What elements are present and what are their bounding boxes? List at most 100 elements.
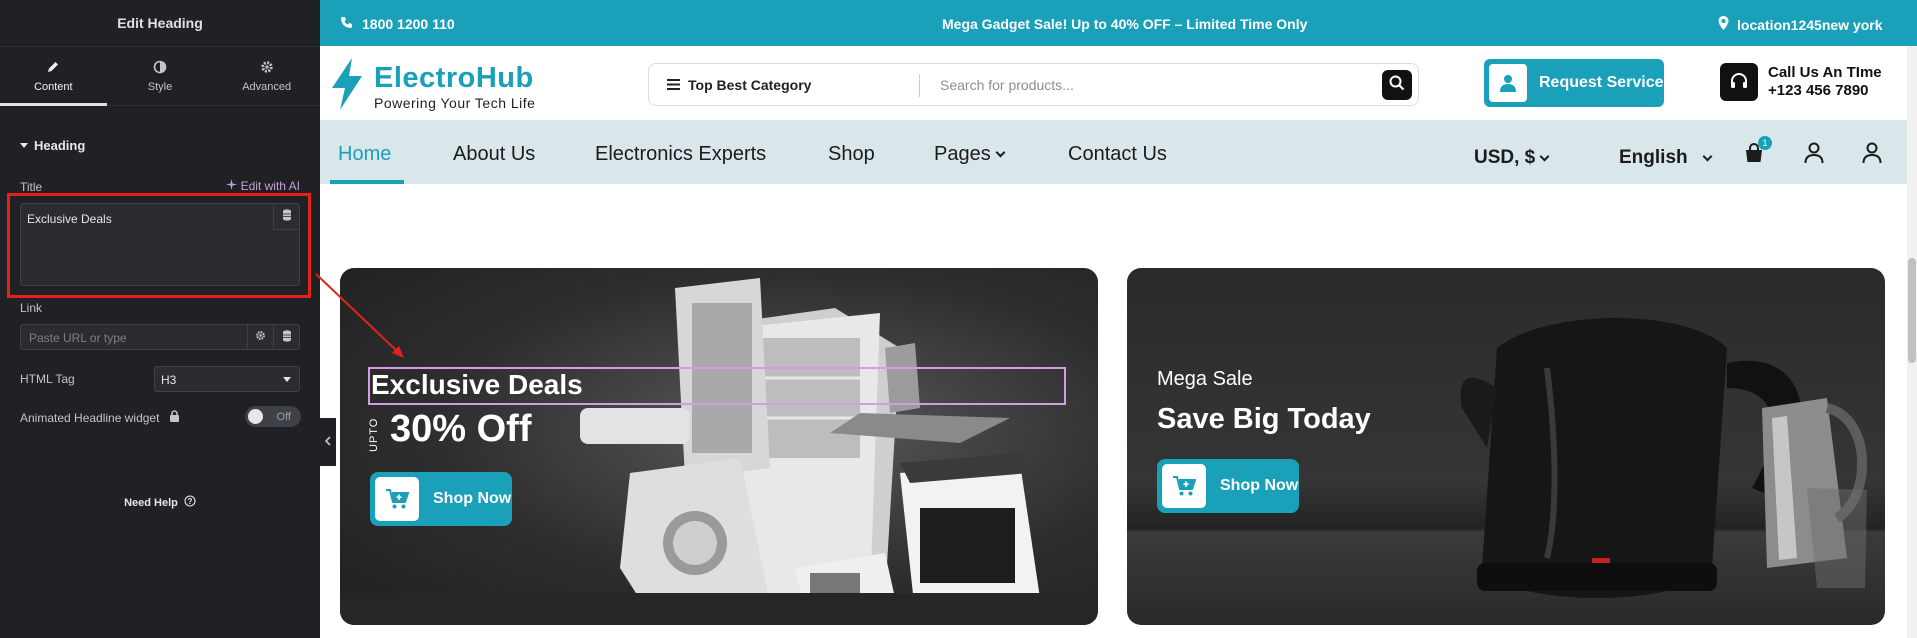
nav-item-pages-label: Pages bbox=[934, 143, 991, 165]
banner-right-kicker: Mega Sale bbox=[1157, 368, 1253, 390]
lock-icon bbox=[169, 410, 180, 425]
selected-widget-outline bbox=[368, 367, 1066, 405]
sparkle-icon bbox=[225, 179, 237, 193]
highlight-annotation-box bbox=[7, 193, 311, 298]
profile-button[interactable] bbox=[1859, 142, 1885, 168]
kettle-illustration bbox=[1460, 318, 1868, 598]
nav-item-electronics-experts[interactable]: Electronics Experts bbox=[595, 143, 766, 166]
section-heading-label: Heading bbox=[34, 138, 86, 153]
brand-name: ElectroHub bbox=[374, 61, 534, 94]
caret-down-icon bbox=[20, 143, 28, 148]
request-service-label: Request Service bbox=[1539, 74, 1664, 91]
pencil-icon bbox=[45, 59, 61, 75]
banner-left-shop-now-label: Shop Now bbox=[433, 490, 512, 507]
question-circle-icon: ? bbox=[184, 495, 196, 510]
user-icon bbox=[1862, 142, 1882, 169]
chevron-down-icon bbox=[1702, 151, 1713, 161]
link-label: Link bbox=[20, 301, 43, 315]
screen: Edit Heading Content Style Advanced Head… bbox=[0, 0, 1917, 638]
tab-advanced-label: Advanced bbox=[242, 81, 292, 93]
search-button[interactable] bbox=[1382, 70, 1412, 100]
currency-label: USD, $ bbox=[1474, 147, 1536, 168]
nav-item-about-us[interactable]: About Us bbox=[453, 143, 535, 166]
upto-label: UPTO bbox=[368, 417, 380, 452]
headset-icon bbox=[1720, 63, 1758, 101]
section-heading-toggle[interactable]: Heading bbox=[20, 138, 85, 153]
call-number[interactable]: +123 456 7890 bbox=[1768, 82, 1882, 100]
user-icon bbox=[1804, 142, 1824, 169]
location-pin-icon bbox=[1718, 16, 1729, 33]
nav-item-pages[interactable]: Pages bbox=[934, 143, 1006, 166]
search-divider bbox=[919, 74, 920, 97]
banner-mega-sale: Mega Sale Save Big Today Shop Now bbox=[1127, 268, 1885, 625]
topbar-phone-text: 1800 1200 110 bbox=[362, 16, 455, 32]
tab-style[interactable]: Style bbox=[107, 47, 214, 105]
search-input[interactable]: Search for products... bbox=[940, 77, 1074, 93]
tab-advanced[interactable]: Advanced bbox=[213, 47, 320, 105]
html-tag-select[interactable]: H3 bbox=[154, 366, 300, 392]
call-info: Call Us An TIme +123 456 7890 bbox=[1720, 63, 1882, 101]
language-selector[interactable]: English bbox=[1619, 147, 1713, 169]
need-help-label: Need Help bbox=[124, 496, 178, 509]
call-label: Call Us An TIme bbox=[1768, 64, 1882, 81]
brand-tagline: Powering Your Tech Life bbox=[374, 94, 536, 111]
cart-button[interactable]: 1 bbox=[1741, 136, 1772, 168]
main-navigation: Home About Us Electronics Experts Shop P… bbox=[320, 120, 1907, 184]
toggle-state-label: Off bbox=[276, 410, 291, 423]
need-help-link[interactable]: Need Help ? bbox=[0, 495, 320, 510]
panel-tabs: Content Style Advanced bbox=[0, 47, 320, 106]
call-text: Call Us An TIme +123 456 7890 bbox=[1768, 64, 1882, 100]
chevron-down-icon bbox=[1539, 151, 1550, 161]
tab-content[interactable]: Content bbox=[0, 47, 107, 106]
nav-item-contact-us[interactable]: Contact Us bbox=[1068, 143, 1167, 166]
top-announcement-bar: 1800 1200 110 Mega Gadget Sale! Up to 40… bbox=[320, 0, 1917, 46]
site-header: ElectroHub Powering Your Tech Life Top B… bbox=[320, 46, 1907, 120]
edit-with-ai-label: Edit with AI bbox=[240, 179, 300, 193]
gear-icon bbox=[259, 59, 275, 75]
database-icon bbox=[282, 329, 292, 345]
editor-panel: Edit Heading Content Style Advanced Head… bbox=[0, 0, 320, 638]
account-button[interactable] bbox=[1801, 142, 1827, 168]
link-dynamic-button[interactable] bbox=[273, 324, 299, 350]
phone-icon bbox=[340, 16, 353, 32]
language-label: English bbox=[1619, 147, 1688, 168]
animated-headline-toggle[interactable]: Off bbox=[245, 406, 301, 427]
gear-icon bbox=[255, 330, 266, 344]
lightning-bolt-icon bbox=[328, 58, 366, 115]
brand-logo[interactable]: ElectroHub Powering Your Tech Life bbox=[328, 58, 535, 115]
search-icon bbox=[1389, 75, 1405, 96]
html-tag-label: HTML Tag bbox=[20, 372, 75, 386]
banner-right-heading: Save Big Today bbox=[1157, 403, 1371, 435]
request-service-button[interactable]: Request Service bbox=[1484, 59, 1664, 107]
scrollbar-thumb[interactable] bbox=[1908, 258, 1916, 363]
link-input-placeholder: Paste URL or type bbox=[29, 331, 127, 345]
animated-headline-label: Animated Headline widget bbox=[20, 410, 160, 425]
caret-down-icon bbox=[283, 377, 291, 382]
banner-right-shop-now-button[interactable]: Shop Now bbox=[1157, 459, 1299, 513]
title-label: Title bbox=[20, 180, 43, 194]
category-dropdown[interactable]: Top Best Category bbox=[667, 77, 811, 93]
currency-selector[interactable]: USD, $ bbox=[1474, 147, 1550, 169]
svg-text:?: ? bbox=[187, 497, 192, 506]
edit-with-ai-link[interactable]: Edit with AI bbox=[225, 179, 300, 193]
link-input[interactable]: Paste URL or type bbox=[20, 324, 300, 350]
cart-icon bbox=[375, 477, 419, 521]
cart-count-badge: 1 bbox=[1758, 136, 1772, 150]
topbar-location[interactable]: location1245new york bbox=[1718, 16, 1883, 33]
tab-style-label: Style bbox=[147, 81, 173, 93]
site-preview: 1800 1200 110 Mega Gadget Sale! Up to 40… bbox=[320, 0, 1917, 638]
chevron-down-icon bbox=[995, 147, 1006, 158]
banner-right-shop-now-label: Shop Now bbox=[1220, 477, 1299, 494]
half-circle-icon bbox=[152, 59, 168, 75]
panel-title: Edit Heading bbox=[0, 0, 320, 47]
nav-active-indicator bbox=[330, 180, 404, 184]
topbar-phone[interactable]: 1800 1200 110 bbox=[340, 16, 455, 32]
banner-exclusive-deals: Exclusive Deals UPTO 30% Off Shop Now bbox=[340, 268, 1098, 625]
banner-left-discount: 30% Off bbox=[390, 408, 532, 450]
toggle-knob bbox=[248, 409, 263, 424]
category-label: Top Best Category bbox=[688, 77, 812, 93]
link-options-button[interactable] bbox=[247, 324, 273, 350]
nav-item-home[interactable]: Home bbox=[338, 143, 391, 166]
nav-item-shop[interactable]: Shop bbox=[828, 143, 875, 166]
banner-left-shop-now-button[interactable]: Shop Now bbox=[370, 472, 512, 526]
